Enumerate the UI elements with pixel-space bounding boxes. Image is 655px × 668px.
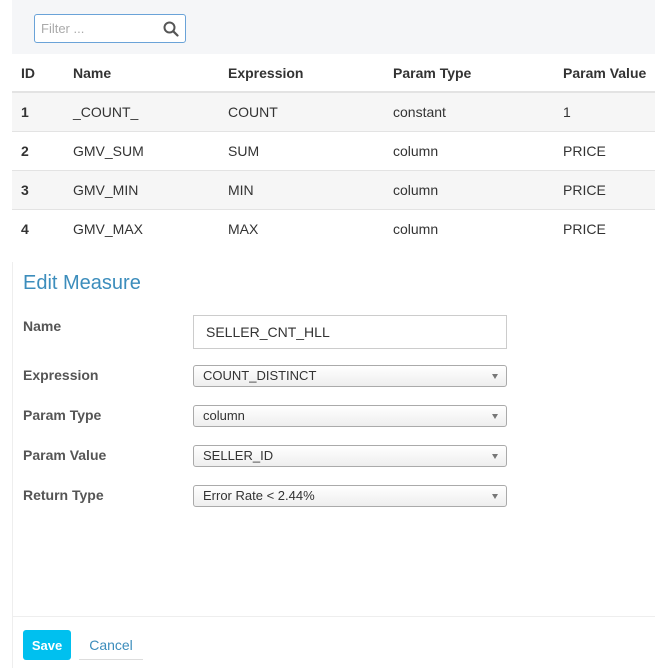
column-header-expression[interactable]: Expression [228,54,393,93]
param-value-select[interactable]: SELLER_ID [193,445,507,467]
filter-box[interactable] [34,14,186,43]
column-header-name[interactable]: Name [73,54,228,93]
cell-id: 4 [12,208,73,248]
column-header-param-type[interactable]: Param Type [393,54,563,93]
name-field[interactable] [193,315,507,349]
cell-name: _COUNT_ [73,91,228,131]
filter-input[interactable] [41,15,156,42]
cell-id: 1 [12,91,73,131]
cell-param-type: column [393,169,563,209]
chevron-down-icon [492,374,498,379]
cell-name: GMV_MIN [73,169,228,209]
cell-name: GMV_MAX [73,208,228,248]
chevron-down-icon [492,414,498,419]
table-row[interactable]: 3 GMV_MIN MIN column PRICE [12,169,655,209]
name-label: Name [23,318,62,334]
expression-select[interactable]: COUNT_DISTINCT [193,365,507,387]
table-header-row: ID Name Expression Param Type Param Valu… [12,54,655,93]
cell-expression: COUNT [228,91,393,131]
table-row[interactable]: 2 GMV_SUM SUM column PRICE [12,130,655,170]
table-row[interactable]: 4 GMV_MAX MAX column PRICE [12,208,655,248]
edit-measure-panel: Edit Measure Name Expression COUNT_DISTI… [12,262,655,668]
column-header-id[interactable]: ID [12,54,73,93]
chevron-down-icon [492,454,498,459]
measures-table: ID Name Expression Param Type Param Valu… [12,54,655,248]
cell-param-value: PRICE [563,130,655,170]
cell-param-type: column [393,208,563,248]
cell-param-type: constant [393,91,563,131]
return-type-label: Return Type [23,487,104,503]
cell-param-value: PRICE [563,208,655,248]
expression-label: Expression [23,367,99,383]
return-type-select[interactable]: Error Rate < 2.44% [193,485,507,507]
cell-expression: SUM [228,130,393,170]
param-type-select[interactable]: column [193,405,507,427]
cell-param-value: PRICE [563,169,655,209]
param-type-label: Param Type [23,407,102,423]
cell-id: 2 [12,130,73,170]
search-icon[interactable] [163,21,179,37]
footer-divider [13,616,655,617]
table-row[interactable]: 1 _COUNT_ COUNT constant 1 [12,91,655,131]
save-button[interactable]: Save [23,630,71,660]
chevron-down-icon [492,494,498,499]
column-header-param-value[interactable]: Param Value [563,54,655,93]
edit-measure-title: Edit Measure [23,272,141,294]
expression-select-value: COUNT_DISTINCT [203,368,317,383]
cell-expression: MAX [228,208,393,248]
cell-expression: MIN [228,169,393,209]
cell-name: GMV_SUM [73,130,228,170]
cell-param-value: 1 [563,91,655,131]
param-value-select-value: SELLER_ID [203,448,274,463]
filter-bar [12,0,655,54]
cancel-button[interactable]: Cancel [79,630,143,660]
return-type-select-value: Error Rate < 2.44% [203,488,315,503]
cell-id: 3 [12,169,73,209]
cell-param-type: column [393,130,563,170]
param-value-label: Param Value [23,447,107,463]
param-type-select-value: column [203,408,245,423]
